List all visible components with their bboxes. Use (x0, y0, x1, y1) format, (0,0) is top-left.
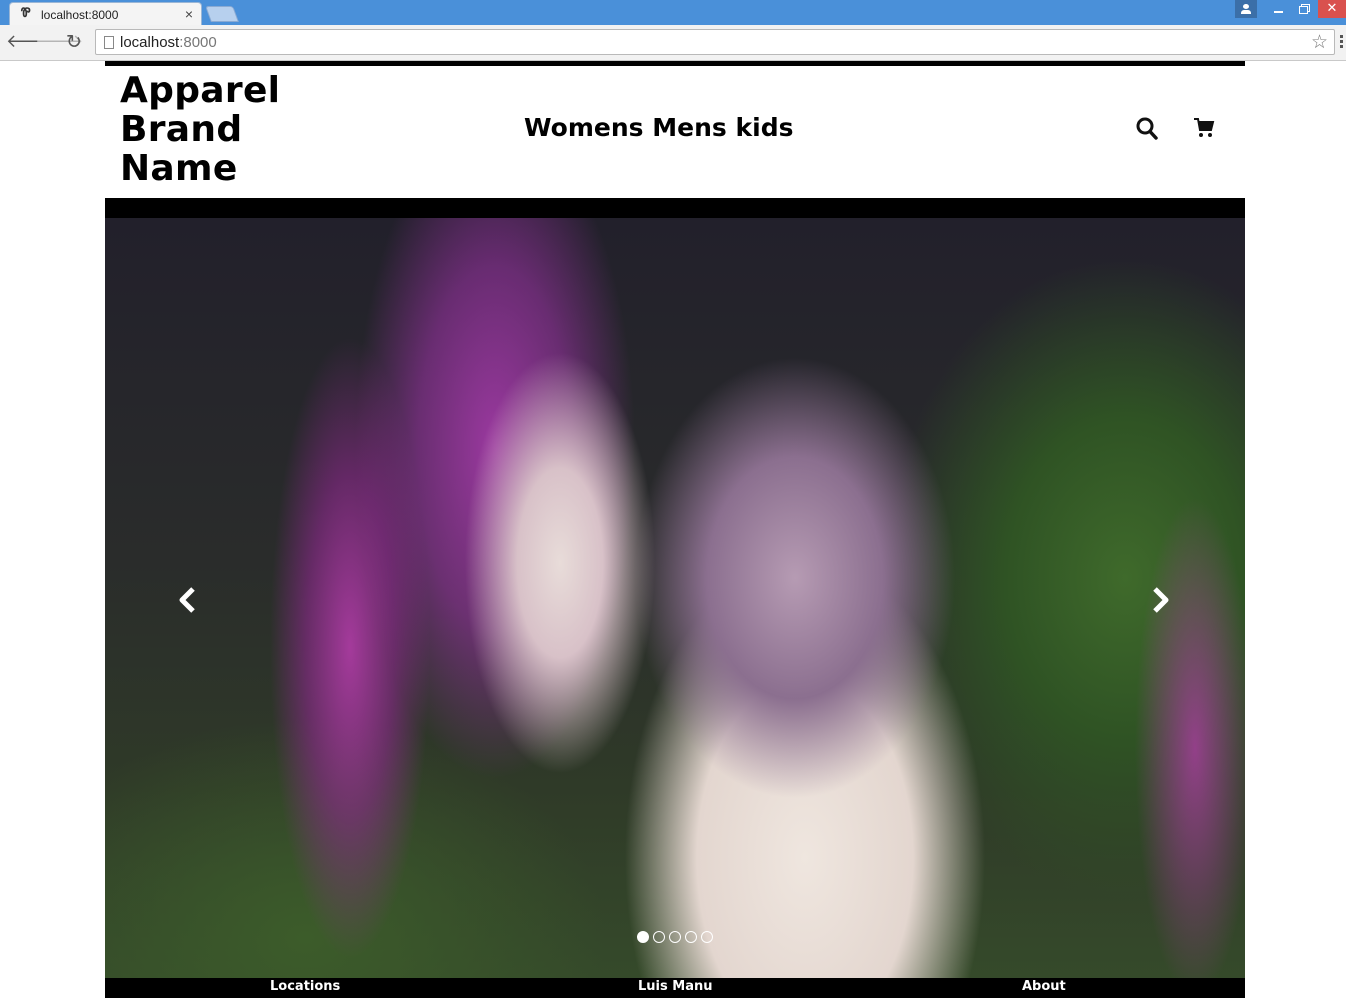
minimize-button[interactable] (1267, 0, 1291, 18)
carousel-indicators (637, 931, 713, 943)
footer-link-locations[interactable]: Locations (270, 979, 340, 994)
brand-line: Name (120, 148, 238, 189)
top-rule (105, 61, 1245, 66)
brand-logo[interactable]: Apparel Brand Name (120, 71, 320, 188)
nav-mens[interactable]: Mens (652, 113, 727, 142)
carousel-dot[interactable] (669, 931, 681, 943)
brand-line: Apparel (120, 70, 281, 111)
cart-icon[interactable] (1193, 117, 1215, 139)
search-icon[interactable] (1136, 117, 1158, 141)
restore-button[interactable] (1292, 0, 1316, 18)
brand-line: Brand (120, 109, 243, 150)
address-bar[interactable]: localhost:8000 ☆ (95, 29, 1335, 55)
browser-titlebar: Ꮘ localhost:8000 × ✕ (0, 0, 1346, 25)
menu-icon[interactable] (1340, 35, 1344, 51)
footer-bar: Locations Luis Manu About (105, 978, 1245, 998)
nav-womens[interactable]: Womens (524, 113, 644, 142)
browser-toolbar: 🡐 🡒 ↻ localhost:8000 ☆ (0, 25, 1346, 61)
back-icon[interactable]: 🡐 (6, 32, 54, 52)
tab-close-icon[interactable]: × (185, 6, 193, 22)
close-window-button[interactable]: ✕ (1318, 0, 1346, 18)
carousel-dot[interactable] (701, 931, 713, 943)
carousel-dot[interactable] (637, 931, 649, 943)
favicon-icon: Ꮘ (21, 6, 31, 21)
nav-kids[interactable]: kids (736, 113, 794, 142)
hero-slide-image (105, 218, 1245, 978)
reload-icon[interactable]: ↻ (64, 32, 84, 52)
carousel-dot[interactable] (653, 931, 665, 943)
user-profile-icon[interactable] (1235, 0, 1257, 18)
chevron-left-icon[interactable] (173, 585, 203, 615)
web-page: Apparel Brand Name Womens Mens kids Loca… (105, 61, 1245, 998)
nav-rule (105, 198, 1245, 218)
footer-link-about[interactable]: About (1022, 979, 1066, 994)
url-text[interactable]: localhost:8000 (120, 34, 217, 51)
hero-carousel (105, 218, 1245, 978)
main-nav: Womens Mens kids (524, 113, 793, 142)
carousel-dot[interactable] (685, 931, 697, 943)
browser-tab[interactable]: Ꮘ localhost:8000 × (9, 2, 202, 25)
footer-link-luis-manu[interactable]: Luis Manu (638, 979, 712, 994)
forward-icon[interactable]: 🡒 (35, 32, 83, 52)
new-tab-button[interactable] (205, 6, 239, 22)
bookmark-star-icon[interactable]: ☆ (1311, 31, 1328, 53)
page-icon (104, 36, 114, 49)
chevron-right-icon[interactable] (1145, 585, 1175, 615)
tab-title: localhost:8000 (41, 8, 119, 22)
